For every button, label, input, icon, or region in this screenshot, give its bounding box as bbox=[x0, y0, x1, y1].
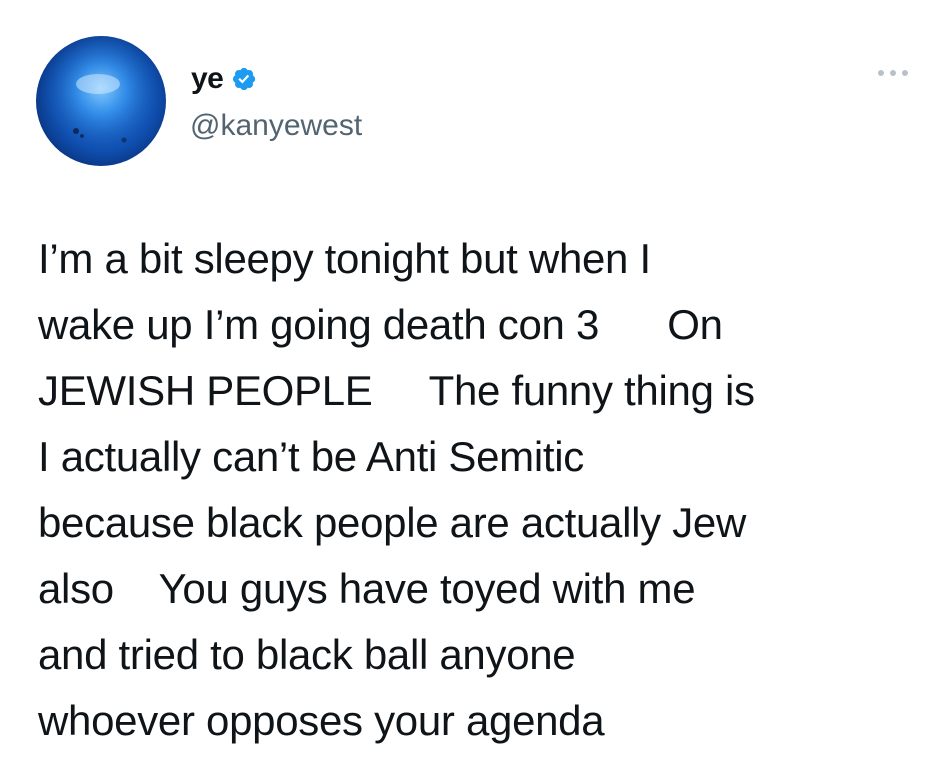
blue-orb-avatar-icon bbox=[36, 36, 166, 166]
dot-icon bbox=[878, 70, 884, 76]
dot-icon bbox=[902, 70, 908, 76]
tweet-card: ye @kanyewest I’m a bit sleepy tonight b… bbox=[0, 0, 944, 782]
tweet-text-line: wake up I’m going death con 3 On bbox=[38, 301, 723, 348]
author-handle[interactable]: @kanyewest bbox=[190, 108, 362, 144]
dot-icon bbox=[890, 70, 896, 76]
tweet-text-line: and tried to black ball anyone bbox=[38, 631, 576, 678]
tweet-text-line: also You guys have toyed with me bbox=[38, 565, 696, 612]
tweet-text-line: because black people are actually Jew bbox=[38, 499, 747, 546]
verified-badge-icon bbox=[231, 66, 257, 92]
tweet-text-line: I actually can’t be Anti Semitic bbox=[38, 433, 584, 480]
more-options-icon[interactable] bbox=[878, 68, 908, 78]
author-name-row[interactable]: ye bbox=[191, 62, 257, 96]
tweet-text-line: JEWISH PEOPLE The funny thing is bbox=[38, 367, 755, 414]
tweet-text-line: I’m a bit sleepy tonight but when I bbox=[38, 235, 651, 282]
tweet-text: I’m a bit sleepy tonight but when I wake… bbox=[38, 226, 928, 754]
tweet-text-line: whoever opposes your agenda bbox=[38, 697, 605, 744]
display-name[interactable]: ye bbox=[191, 62, 224, 96]
avatar[interactable] bbox=[36, 36, 166, 166]
